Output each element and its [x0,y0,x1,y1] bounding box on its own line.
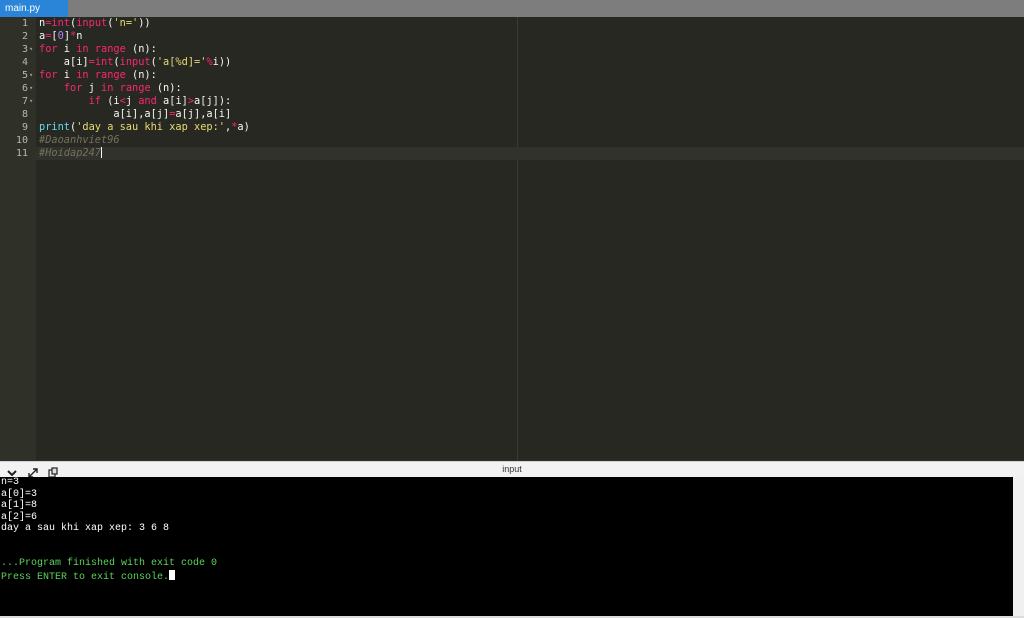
line-number: 4 [21,57,28,68]
line-number: 11 [15,148,28,159]
console-line: a[1]=8 [1,500,38,512]
code-token: i [57,43,77,55]
code-line[interactable]: for i in range (n): [39,43,157,56]
code-line[interactable]: if (i<j and a[i]>a[j]): [39,95,232,108]
code-token: print [39,121,70,133]
line-number: 5 [21,70,28,81]
line-number: 8 [21,109,28,120]
code-token: for [63,82,83,94]
console-line: ...Program finished with exit code 0 [1,558,218,570]
tab-main-py[interactable]: main.py [0,0,68,17]
line-number-gutter: 1 2 3 ▾ 4 5 ▾ 6 ▾ 7 ▾ 8 9 10 11 [0,17,36,460]
code-token: input [119,56,151,68]
code-token: j [82,82,102,94]
code-token: a[i],a[j] [39,108,170,120]
code-token: range [119,82,151,94]
code-token: #Daoanhviet96 [39,134,120,146]
code-token: 'a[%d]=' [156,56,207,68]
console-title: input [502,464,522,474]
code-token: (n): [125,69,157,81]
terminal-cursor [169,569,176,580]
code-token: for [39,69,58,81]
text-cursor [101,147,102,158]
code-editor[interactable]: 1 2 3 ▾ 4 5 ▾ 6 ▾ 7 ▾ 8 9 10 11 n=int(input('n=')) a=[0… [0,17,1024,460]
code-token: range [94,69,126,81]
code-token: for [39,43,58,55]
console-output[interactable]: n=3 a[0]=3 a[1]=8 a[2]=6 day a sau khi xap x… [0,477,1013,616]
code-token: in [101,82,114,94]
line-number: 1 [21,18,28,29]
chevron-down-icon[interactable] [6,464,18,477]
code-token: 'n=' [113,17,139,29]
console-line: n=3 [1,477,20,488]
code-token: i)) [212,56,232,68]
console-toolbar: input [0,461,1024,478]
code-line[interactable]: for j in range (n): [39,82,182,95]
code-token: if [88,95,102,107]
console-line: Press ENTER to exit console. [1,569,176,584]
code-token: and [138,95,157,107]
fold-toggle-icon[interactable]: ▾ [29,82,35,95]
code-token: a[i] [39,56,89,68]
copy-icon[interactable] [47,464,59,478]
code-line[interactable]: a=[0]*n [39,30,82,43]
code-token: in [76,43,89,55]
code-token: n [76,30,83,42]
code-token: a[j]): [194,95,232,107]
code-token: a[i] [156,95,188,107]
line-number: 7 [21,96,28,107]
code-line[interactable]: for i in range (n): [39,69,157,82]
expand-icon[interactable] [27,464,39,478]
code-token: (n): [150,82,182,94]
tab-bar: main.py [0,0,1024,17]
fold-toggle-icon[interactable]: ▾ [29,69,35,82]
console-line: day a sau khi xap xep: 3 6 8 [1,523,170,535]
line-number: 2 [21,31,28,42]
code-line[interactable]: n=int(input('n=')) [39,17,151,30]
code-line[interactable]: print('day a sau khi xap xep:',*a) [39,121,250,134]
code-token: (i [101,95,120,107]
code-token: 'day a sau khi xap xep:' [76,121,225,133]
code-line[interactable]: #Hoidap247 [39,147,102,160]
code-token: in [76,69,89,81]
fold-toggle-icon[interactable]: ▾ [29,43,35,56]
line-number: 9 [21,122,28,133]
code-token: int [94,56,114,68]
code-token: j [125,95,139,107]
console-line: a[0]=3 [1,488,38,500]
code-token: input [76,17,108,29]
line-number: 6 [21,83,28,94]
code-token: )) [138,17,151,29]
console-line: a[2]=6 [1,511,38,523]
fold-toggle-icon[interactable]: ▾ [29,95,35,108]
code-token: int [51,17,71,29]
code-line[interactable]: a[i],a[j]=a[j],a[i] [39,108,231,121]
console-scrollbar[interactable] [1013,477,1024,618]
code-token: (n): [125,43,157,55]
print-margin [517,17,518,460]
line-number: 10 [15,135,28,146]
code-token: range [94,43,126,55]
code-line[interactable]: a[i]=int(input('a[%d]='%i)) [39,56,231,69]
code-token: a) [237,121,250,133]
line-number: 3 [21,44,28,55]
code-line[interactable]: #Daoanhviet96 [39,134,120,147]
code-token: i [57,69,77,81]
code-token: a[j],a[i] [175,108,232,120]
code-token: #Hoidap247 [39,147,101,159]
active-line-highlight [36,147,1024,160]
